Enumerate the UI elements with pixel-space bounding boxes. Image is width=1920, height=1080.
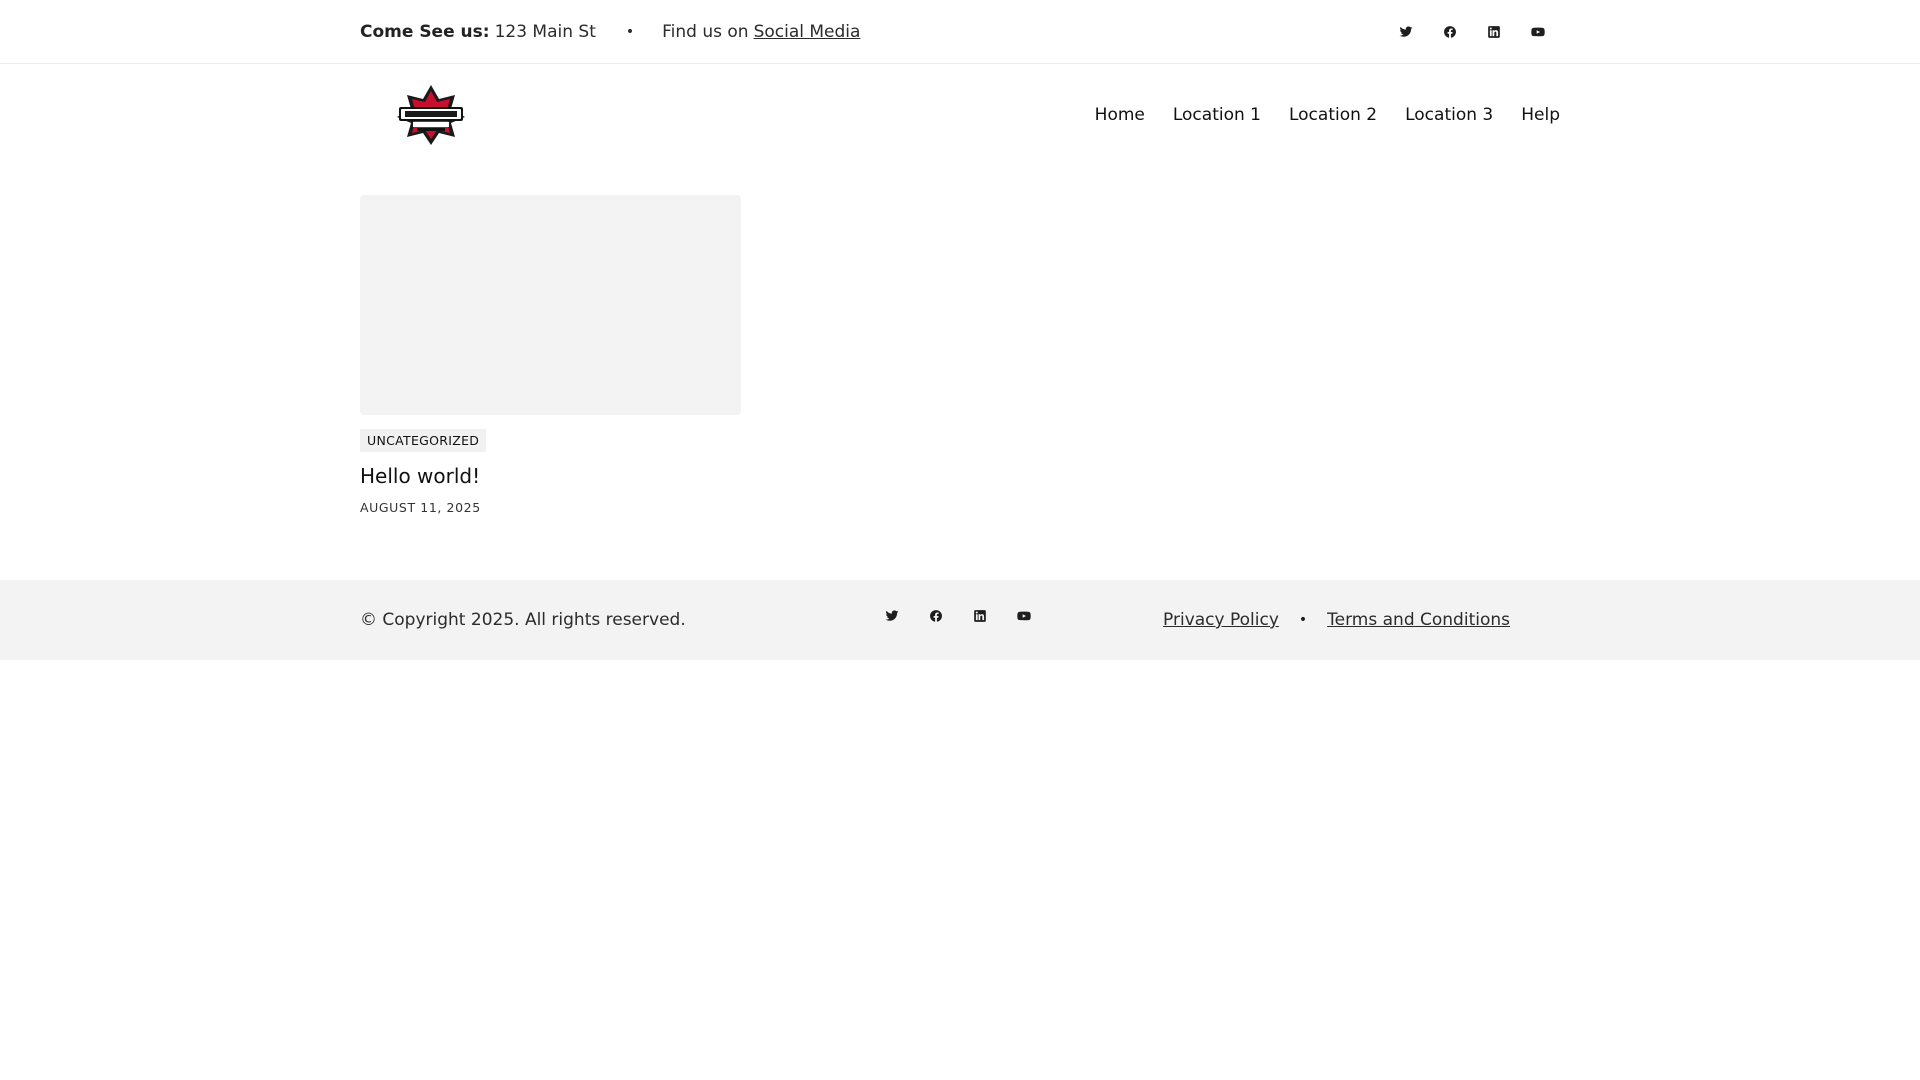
post-title-link[interactable]: Hello world! <box>360 464 480 488</box>
nav-location-3[interactable]: Location 3 <box>1405 105 1493 125</box>
address-text: 123 Main St <box>494 22 596 42</box>
copyright-text: © Copyright 2025. All rights reserved. <box>360 610 686 630</box>
post-date: AUGUST 11, 2025 <box>360 500 481 515</box>
post-category-badge[interactable]: UNCATEGORIZED <box>360 429 487 452</box>
site-header: Home Location 1 Location 2 Location 3 He… <box>360 64 1560 166</box>
social-media-link[interactable]: Social Media <box>754 22 861 42</box>
footer-social-icons <box>870 610 1046 630</box>
site-footer: © Copyright 2025. All rights reserved. P… <box>0 580 1920 660</box>
legal-links: Privacy Policy • Terms and Conditions <box>1163 610 1510 630</box>
visit-label: Come See us: <box>360 22 490 42</box>
linkedin-icon[interactable] <box>1472 18 1516 46</box>
main-nav: Home Location 1 Location 2 Location 3 He… <box>1095 105 1560 125</box>
nav-location-2[interactable]: Location 2 <box>1289 105 1377 125</box>
contender-logo-icon <box>397 85 465 145</box>
nav-location-1[interactable]: Location 1 <box>1173 105 1261 125</box>
find-us-text: Find us on <box>662 22 749 42</box>
post-title[interactable]: Hello world! <box>360 464 741 488</box>
top-social-icons <box>1384 18 1560 46</box>
terms-link[interactable]: Terms and Conditions <box>1327 610 1510 630</box>
post-card: UNCATEGORIZED Hello world! AUGUST 11, 20… <box>360 195 741 515</box>
youtube-icon[interactable] <box>1516 18 1560 46</box>
top-bar-info: Come See us: 123 Main St • Find us on So… <box>360 22 860 42</box>
twitter-icon[interactable] <box>1384 18 1428 46</box>
separator-dot: • <box>1298 612 1308 628</box>
privacy-policy-link[interactable]: Privacy Policy <box>1163 610 1279 630</box>
separator-dot: • <box>625 24 635 40</box>
nav-home[interactable]: Home <box>1095 105 1145 125</box>
twitter-icon[interactable] <box>870 602 914 630</box>
top-bar: Come See us: 123 Main St • Find us on So… <box>0 0 1920 64</box>
nav-help[interactable]: Help <box>1521 105 1560 125</box>
facebook-icon[interactable] <box>914 602 958 630</box>
post-thumbnail[interactable] <box>360 195 741 415</box>
linkedin-icon[interactable] <box>958 602 1002 630</box>
footer-inner: © Copyright 2025. All rights reserved. P… <box>360 580 1560 660</box>
youtube-icon[interactable] <box>1002 602 1046 630</box>
top-bar-inner: Come See us: 123 Main St • Find us on So… <box>360 0 1560 64</box>
site-logo[interactable] <box>376 77 486 153</box>
facebook-icon[interactable] <box>1428 18 1472 46</box>
